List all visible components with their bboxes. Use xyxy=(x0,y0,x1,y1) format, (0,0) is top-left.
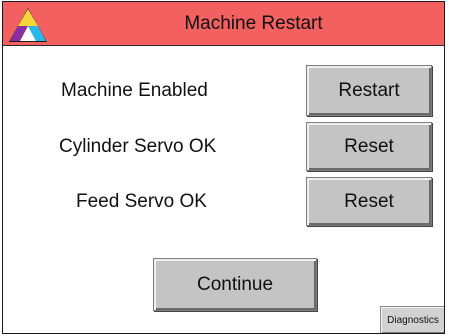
restart-button[interactable]: Restart xyxy=(306,65,432,116)
machine-enabled-label: Machine Enabled xyxy=(61,80,208,101)
tri-color-triangle-logo-icon xyxy=(9,8,47,42)
page-title: Machine Restart xyxy=(184,13,323,34)
title-bar: Machine Restart xyxy=(3,2,444,46)
cylinder-servo-ok-label: Cylinder Servo OK xyxy=(59,136,217,157)
diagnostics-button[interactable]: Diagnostics xyxy=(380,306,444,333)
continue-button[interactable]: Continue xyxy=(153,258,317,311)
feed-servo-ok-label: Feed Servo OK xyxy=(76,191,207,212)
feed-servo-reset-button[interactable]: Reset xyxy=(306,177,432,226)
cylinder-servo-reset-button[interactable]: Reset xyxy=(306,122,432,171)
machine-restart-screen: Machine Restart Machine Enabled Restart … xyxy=(2,1,445,334)
